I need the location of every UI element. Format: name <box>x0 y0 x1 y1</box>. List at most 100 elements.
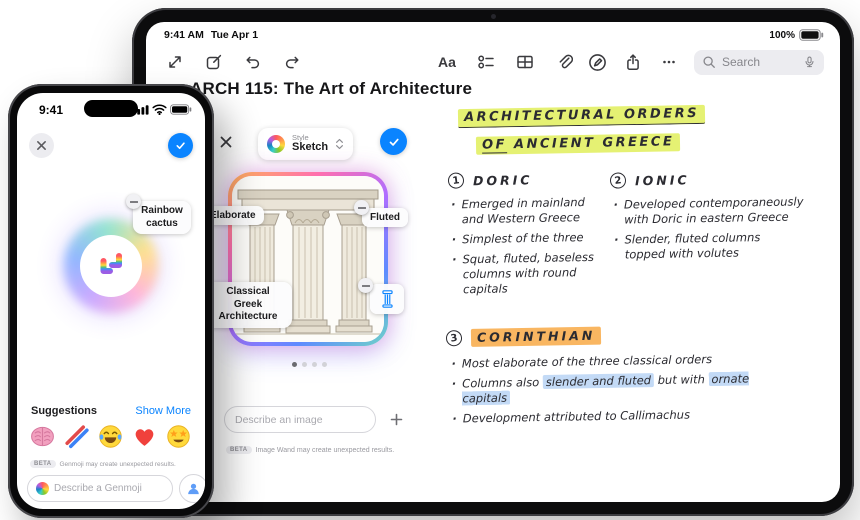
share-button[interactable] <box>622 51 644 73</box>
star-struck-emoji[interactable] <box>165 423 192 450</box>
doric-number: 1 <box>447 171 465 190</box>
tag-label: Rainbow cactus <box>133 201 191 234</box>
ipad-status-bar: 9:41 AM Tue Apr 1 100% <box>164 29 824 41</box>
image-wand-accept-button[interactable] <box>380 128 407 155</box>
disclaimer-text: Image Wand may create unexpected results… <box>255 446 395 454</box>
beta-badge: BETA <box>226 446 252 454</box>
style-swirl-icon <box>267 135 285 153</box>
status-time: 9:41 <box>39 103 64 117</box>
section-corinthian-bullets: Most elaborate of the three classical or… <box>451 351 752 431</box>
bullet: Emerged in mainland and Western Greece <box>451 195 609 228</box>
more-button[interactable] <box>658 51 680 73</box>
undo-button[interactable] <box>242 51 264 73</box>
dynamic-island <box>84 100 138 117</box>
skis-emoji[interactable] <box>63 423 90 450</box>
genmoji-disclaimer: BETA Genmoji may create unexpected resul… <box>30 460 176 468</box>
text-format-button[interactable]: Aa <box>436 51 458 73</box>
bullet-part: Columns also <box>462 374 543 391</box>
ellipsis-icon <box>663 60 675 64</box>
section-ionic-header: 2 IONIC <box>609 171 690 190</box>
ionic-name: IONIC <box>634 171 690 188</box>
remove-tag-button[interactable] <box>126 194 141 209</box>
heading-text-2: OF ANCIENT GREECE <box>475 133 681 155</box>
suggestions-label: Suggestions <box>31 405 98 417</box>
status-time: 9:41 AM <box>164 29 204 41</box>
corinthian-name: CORINTHIAN <box>470 326 602 347</box>
ipad-front-camera <box>491 14 496 19</box>
compose-icon <box>206 54 222 70</box>
column-glyph-icon <box>381 290 393 308</box>
bullet: Simplest of the three <box>452 229 610 247</box>
minus-icon <box>361 284 370 287</box>
genmoji-accept-button[interactable] <box>168 133 193 158</box>
handwritten-heading-line1: ARCHITECTURAL ORDERS <box>457 104 706 129</box>
bullet: Most elaborate of the three classical or… <box>451 351 751 371</box>
table-button[interactable] <box>514 51 536 73</box>
red-heart-emoji[interactable] <box>131 423 158 450</box>
corinthian-number: 3 <box>445 329 463 348</box>
style-value: Sketch <box>292 141 329 154</box>
bullet-part: but with <box>653 372 709 388</box>
compose-note-button[interactable] <box>203 51 225 73</box>
section-doric-header: 1 DORIC <box>447 171 533 190</box>
ipad-device: 9:41 AM Tue Apr 1 100% Aa Search ARCH 11… <box>132 8 854 516</box>
describe-image-input[interactable] <box>224 406 376 433</box>
bullet: Developed contemporaneously with Doric i… <box>613 194 804 227</box>
dictation-mic-icon[interactable] <box>803 55 816 70</box>
heading-rest: ANCIENT GREECE <box>513 134 675 153</box>
paperclip-icon <box>559 54 573 69</box>
search-field[interactable] <box>694 49 824 75</box>
collapse-toolbar-button[interactable] <box>164 51 186 73</box>
add-concept-button[interactable] <box>386 409 407 430</box>
rainbow-cactus-emoji <box>100 251 122 288</box>
remove-tag-button[interactable] <box>354 200 369 215</box>
bullet: Development attributed to Callimachus <box>452 406 752 426</box>
image-carousel-dots <box>292 362 327 367</box>
markup-button[interactable] <box>586 51 608 73</box>
tears-of-joy-emoji[interactable] <box>97 423 124 450</box>
table-icon <box>517 55 533 69</box>
concept-tag-classical-greek[interactable]: Classical Greek Architecture <box>204 282 292 328</box>
describe-genmoji-input[interactable] <box>54 483 164 494</box>
battery-icon <box>799 29 824 41</box>
wifi-icon <box>152 104 167 115</box>
close-icon <box>37 141 46 150</box>
image-wand-disclaimer: BETA Image Wand may create unexpected re… <box>226 446 394 454</box>
bullet: Columns also slender and fluted but with… <box>452 371 752 406</box>
carousel-dot[interactable] <box>322 362 327 367</box>
remove-tag-button[interactable] <box>358 278 373 293</box>
battery-percent: 100% <box>769 29 795 41</box>
attachment-button[interactable] <box>553 51 575 73</box>
minus-icon <box>357 206 366 209</box>
carousel-dot[interactable] <box>312 362 317 367</box>
genmoji-close-button[interactable] <box>29 133 54 158</box>
emoji-suggestions-row <box>29 423 192 450</box>
concept-tag-column-sketch[interactable] <box>370 284 404 314</box>
collapse-arrows-icon <box>169 56 181 68</box>
genmoji-people-button[interactable] <box>179 474 205 503</box>
carousel-dot[interactable] <box>292 362 297 367</box>
brain-emoji[interactable] <box>29 423 56 450</box>
show-more-link[interactable]: Show More <box>135 405 191 417</box>
bullet: Slender, fluted columns topped with volu… <box>614 229 804 262</box>
section-doric-bullets: Emerged in mainland and Western Greece S… <box>451 195 611 302</box>
bullet: Squat, fluted, baseless columns with rou… <box>452 249 611 297</box>
checklist-button[interactable] <box>475 51 497 73</box>
carousel-dot[interactable] <box>302 362 307 367</box>
style-picker-button[interactable]: Style Sketch <box>258 128 354 160</box>
concept-tag-fluted[interactable]: Fluted <box>362 208 408 227</box>
handwritten-heading-line2: OF ANCIENT GREECE <box>475 133 681 155</box>
close-icon <box>220 136 232 148</box>
heading-of-word: OF <box>481 137 508 154</box>
doric-name: DORIC <box>472 171 533 188</box>
genmoji-concept-tag[interactable]: Rainbow cactus <box>126 194 191 234</box>
search-input[interactable] <box>722 55 797 69</box>
checklist-icon <box>478 55 494 69</box>
notes-toolbar: Aa <box>164 48 824 76</box>
genmoji-screen: 9:41 Rainbow cactus Suggestions Show Mor… <box>17 93 205 509</box>
describe-genmoji-field[interactable] <box>27 475 173 502</box>
redo-button[interactable] <box>281 51 303 73</box>
aa-label: Aa <box>438 54 456 70</box>
section-corinthian-header: 3 CORINTHIAN <box>445 326 602 348</box>
image-wand-close-button[interactable] <box>216 132 236 152</box>
